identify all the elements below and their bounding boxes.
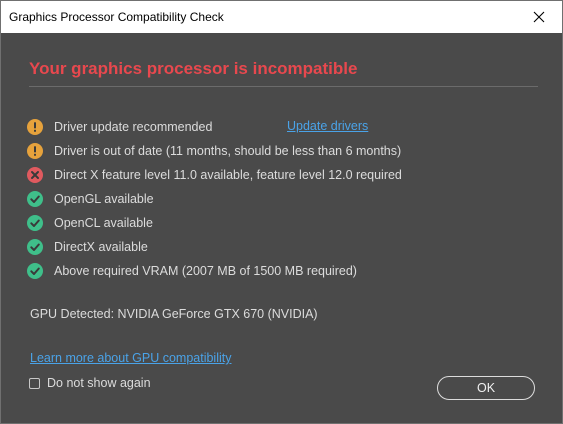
error-icon: [27, 167, 43, 183]
warning-icon: [27, 119, 43, 135]
check-icon: [27, 263, 43, 279]
check-icon: [27, 215, 43, 231]
dialog-content: Your graphics processor is incompatible …: [1, 33, 562, 423]
close-icon: [533, 11, 545, 23]
divider: [29, 86, 538, 87]
window-title: Graphics Processor Compatibility Check: [9, 10, 224, 24]
title-bar: Graphics Processor Compatibility Check: [1, 1, 562, 33]
warning-icon: [27, 143, 43, 159]
check-row-directx: DirectX available: [27, 237, 148, 257]
check-icon: [27, 239, 43, 255]
learn-more-link[interactable]: Learn more about GPU compatibility: [30, 351, 231, 365]
check-row-driver-age: Driver is out of date (11 months, should…: [27, 141, 401, 161]
compatibility-dialog: Graphics Processor Compatibility Check Y…: [0, 0, 563, 424]
check-label: OpenCL available: [54, 216, 153, 230]
ok-button[interactable]: OK: [437, 376, 535, 400]
check-label: DirectX available: [54, 240, 148, 254]
check-row-opencl: OpenCL available: [27, 213, 153, 233]
check-label: OpenGL available: [54, 192, 154, 206]
do-not-show-again-checkbox[interactable]: [29, 377, 40, 389]
do-not-show-again-label: Do not show again: [47, 376, 151, 390]
check-label: Direct X feature level 11.0 available, f…: [54, 168, 402, 182]
check-row-opengl: OpenGL available: [27, 189, 154, 209]
check-label: Above required VRAM (2007 MB of 1500 MB …: [54, 264, 357, 278]
do-not-show-again-option[interactable]: Do not show again: [29, 376, 151, 390]
check-icon: [27, 191, 43, 207]
check-label: Driver update recommended: [54, 120, 213, 134]
close-button[interactable]: [516, 1, 562, 33]
headline: Your graphics processor is incompatible: [29, 59, 358, 78]
check-row-directx-feature: Direct X feature level 11.0 available, f…: [27, 165, 402, 185]
update-drivers-link[interactable]: Update drivers: [287, 119, 368, 133]
check-row-driver-update: Driver update recommended: [27, 117, 212, 137]
gpu-detected-text: GPU Detected: NVIDIA GeForce GTX 670 (NV…: [30, 307, 318, 321]
check-label: Driver is out of date (11 months, should…: [54, 144, 402, 158]
check-row-vram: Above required VRAM (2007 MB of 1500 MB …: [27, 261, 357, 281]
